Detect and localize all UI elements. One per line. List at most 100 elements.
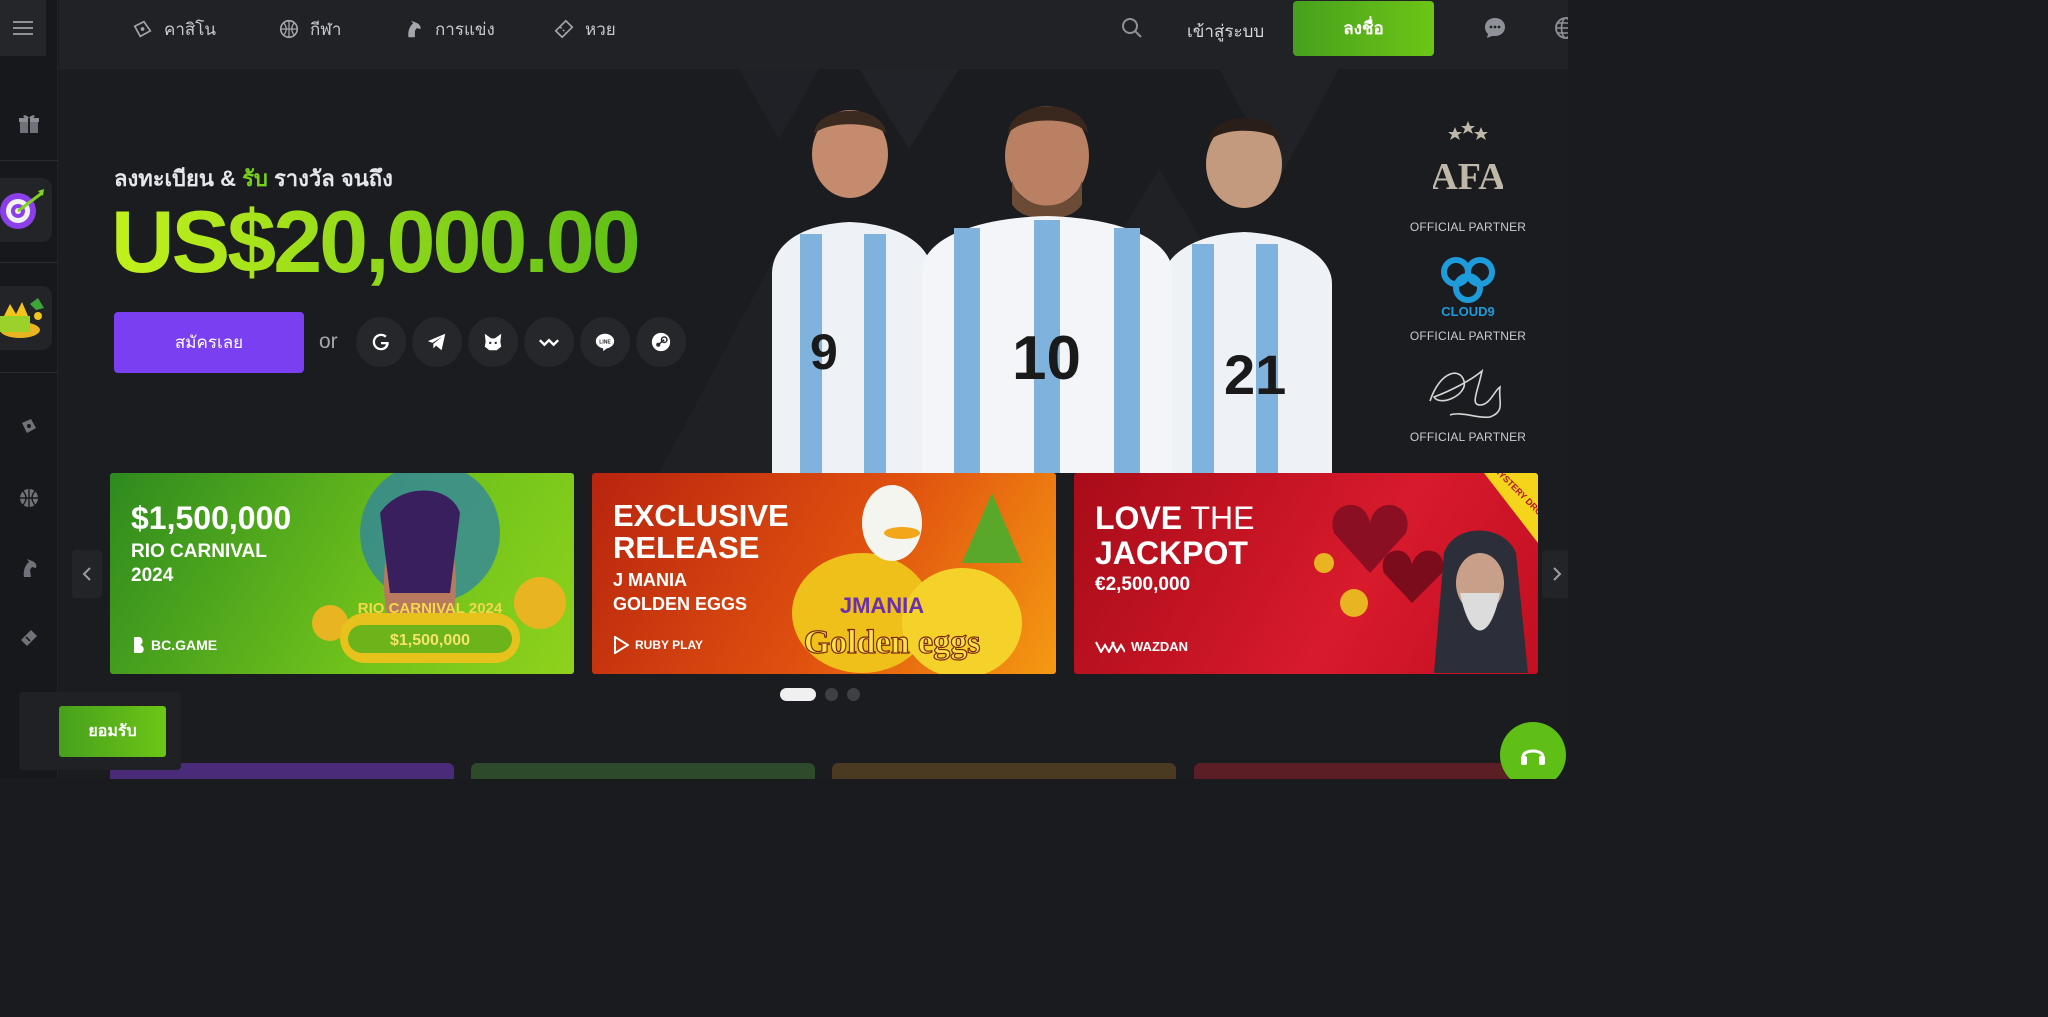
signup-button[interactable]: ลงชื่อ bbox=[1293, 1, 1434, 56]
banner-subline: J MANIA bbox=[613, 570, 688, 590]
sidebar-item-racing[interactable] bbox=[0, 553, 58, 583]
afa-logo-icon: AFA bbox=[1430, 121, 1506, 198]
language-button[interactable] bbox=[1554, 16, 1568, 40]
accept-button[interactable]: ยอมรับ bbox=[59, 706, 166, 757]
metamask-login-button[interactable] bbox=[468, 317, 518, 367]
or-label: or bbox=[319, 330, 338, 353]
banner-brand-label: RUBY PLAY bbox=[635, 638, 704, 652]
banner-brand: BC.GAME bbox=[131, 636, 217, 654]
players-image: 9 21 10 bbox=[772, 106, 1332, 473]
wazdan-logo-icon bbox=[1095, 641, 1125, 653]
nav-sports[interactable]: กีฬา bbox=[278, 16, 341, 42]
steam-login-button[interactable] bbox=[636, 317, 686, 367]
carousel-dot-1[interactable] bbox=[780, 688, 816, 701]
category-tile[interactable] bbox=[1194, 763, 1538, 779]
login-link[interactable]: เข้าสู่ระบบ bbox=[1187, 18, 1264, 45]
banner-jmania[interactable]: JMANIA Golden eggs EXCLUSIVE RELEASE J M… bbox=[592, 473, 1056, 674]
banner-subline: €2,500,000 bbox=[1095, 574, 1191, 595]
globe-icon bbox=[1555, 17, 1568, 39]
nav-lottery[interactable]: หวย bbox=[553, 16, 616, 42]
banner-art-title: RIO CARNIVAL 2024 bbox=[358, 600, 503, 617]
banner-art-subtitle: Golden eggs bbox=[804, 624, 981, 661]
telegram-login-button[interactable] bbox=[412, 317, 462, 367]
racing-icon bbox=[408, 20, 421, 38]
partner-signature[interactable]: OFFICIAL PARTNER bbox=[1409, 361, 1527, 444]
banner-subline: 2024 bbox=[131, 565, 174, 586]
hero-subtitle-prefix: ลงทะเบียน & bbox=[114, 166, 243, 191]
walletconnect-login-button[interactable] bbox=[524, 317, 574, 367]
rubyplay-logo-icon bbox=[614, 636, 629, 654]
carousel-dot-2[interactable] bbox=[825, 688, 838, 701]
partner-label: OFFICIAL PARTNER bbox=[1409, 329, 1527, 343]
sidebar-divider bbox=[0, 160, 58, 161]
gift-icon bbox=[19, 115, 39, 133]
google-login-button[interactable] bbox=[356, 317, 406, 367]
carousel-prev-button[interactable] bbox=[72, 550, 102, 598]
hero-subtitle-highlight: รับ bbox=[242, 166, 268, 191]
afa-text: AFA bbox=[1433, 156, 1503, 198]
chat-icon bbox=[1485, 18, 1505, 38]
sidebar-item-casino[interactable] bbox=[0, 413, 58, 441]
nav-racing[interactable]: การแข่ง bbox=[403, 16, 495, 42]
nav-casino[interactable]: คาสิโน bbox=[132, 16, 216, 42]
category-tile[interactable] bbox=[832, 763, 1176, 779]
lottery-icon bbox=[554, 19, 574, 39]
casino-icon bbox=[22, 419, 36, 433]
carousel-next-button[interactable] bbox=[1542, 550, 1568, 598]
telegram-icon bbox=[427, 333, 446, 351]
search-button[interactable] bbox=[1120, 16, 1144, 40]
sidebar-item-lottery[interactable] bbox=[0, 624, 58, 652]
headset-icon bbox=[1521, 749, 1545, 765]
category-tile[interactable] bbox=[471, 763, 815, 779]
menu-button[interactable] bbox=[0, 0, 46, 56]
jersey-number: 9 bbox=[810, 324, 838, 380]
banner-subline: GOLDEN EGGS bbox=[613, 594, 748, 614]
partner-afa[interactable]: AFA OFFICIAL PARTNER bbox=[1409, 119, 1527, 234]
chat-button[interactable] bbox=[1483, 16, 1507, 40]
crown-icon bbox=[0, 298, 44, 338]
chevron-left-icon bbox=[82, 567, 91, 581]
sidebar-divider bbox=[0, 262, 58, 263]
banner-rio-carnival[interactable]: RIO CARNIVAL 2024 $1,500,000 $1,500,000 … bbox=[110, 473, 574, 674]
banner-headline: LOVE THE bbox=[1095, 500, 1254, 537]
sidebar-item-sports[interactable] bbox=[0, 484, 58, 512]
partner-cloud9[interactable]: CLOUD9 OFFICIAL PARTNER bbox=[1409, 244, 1527, 343]
banner-brand: RUBY PLAY bbox=[613, 636, 703, 654]
hero-subtitle-suffix: รางวัล จนถึง bbox=[267, 166, 393, 191]
banner-brand-label: BC.GAME bbox=[151, 637, 218, 653]
horse-icon bbox=[23, 559, 37, 577]
sidebar-divider bbox=[0, 372, 58, 373]
search-icon bbox=[1122, 18, 1142, 38]
register-now-button[interactable]: สมัครเลย bbox=[114, 312, 304, 373]
banner-headline-light: THE bbox=[1182, 500, 1255, 536]
jersey-number: 10 bbox=[1012, 324, 1081, 393]
line-login-button[interactable]: LINE bbox=[580, 317, 630, 367]
line-text: LINE bbox=[599, 339, 611, 345]
cloud9-text: CLOUD9 bbox=[1441, 304, 1494, 319]
sidebar-promo-darts[interactable] bbox=[0, 178, 52, 242]
nav-label: กีฬา bbox=[310, 19, 342, 39]
sports-icon bbox=[279, 19, 299, 39]
support-button[interactable] bbox=[1500, 722, 1566, 779]
banner-artwork: MYSTERY DROP bbox=[1314, 473, 1538, 673]
dartboard-icon bbox=[0, 189, 44, 229]
jersey-number: 21 bbox=[1224, 343, 1286, 406]
line-icon: LINE bbox=[595, 333, 615, 352]
bcgame-logo-icon bbox=[134, 637, 144, 653]
partner-label: OFFICIAL PARTNER bbox=[1409, 430, 1527, 444]
banner-love-jackpot[interactable]: MYSTERY DROP LOVE THE JACKPOT €2,500,000… bbox=[1074, 473, 1538, 674]
walletconnect-icon bbox=[538, 338, 560, 347]
hero-section: ลงทะเบียน & รับ รางวัล จนถึง US$20,000.0… bbox=[59, 69, 1568, 473]
banner-subline: RIO CARNIVAL bbox=[131, 541, 267, 562]
chevron-right-icon bbox=[1553, 567, 1562, 581]
sidebar-promo-crown[interactable] bbox=[0, 286, 52, 350]
nav-label: การแข่ง bbox=[435, 19, 495, 39]
sidebar-item-promotions[interactable] bbox=[0, 110, 58, 138]
hero-prize-amount: US$20,000.00 bbox=[111, 192, 641, 291]
signature-icon bbox=[1429, 368, 1502, 419]
cloud9-logo-icon: CLOUD9 bbox=[1441, 257, 1495, 319]
carousel-dot-3[interactable] bbox=[847, 688, 860, 701]
steam-icon bbox=[651, 332, 671, 352]
banner-artwork: RIO CARNIVAL 2024 $1,500,000 bbox=[312, 473, 566, 663]
banner-headline-strong: LOVE bbox=[1095, 500, 1183, 536]
